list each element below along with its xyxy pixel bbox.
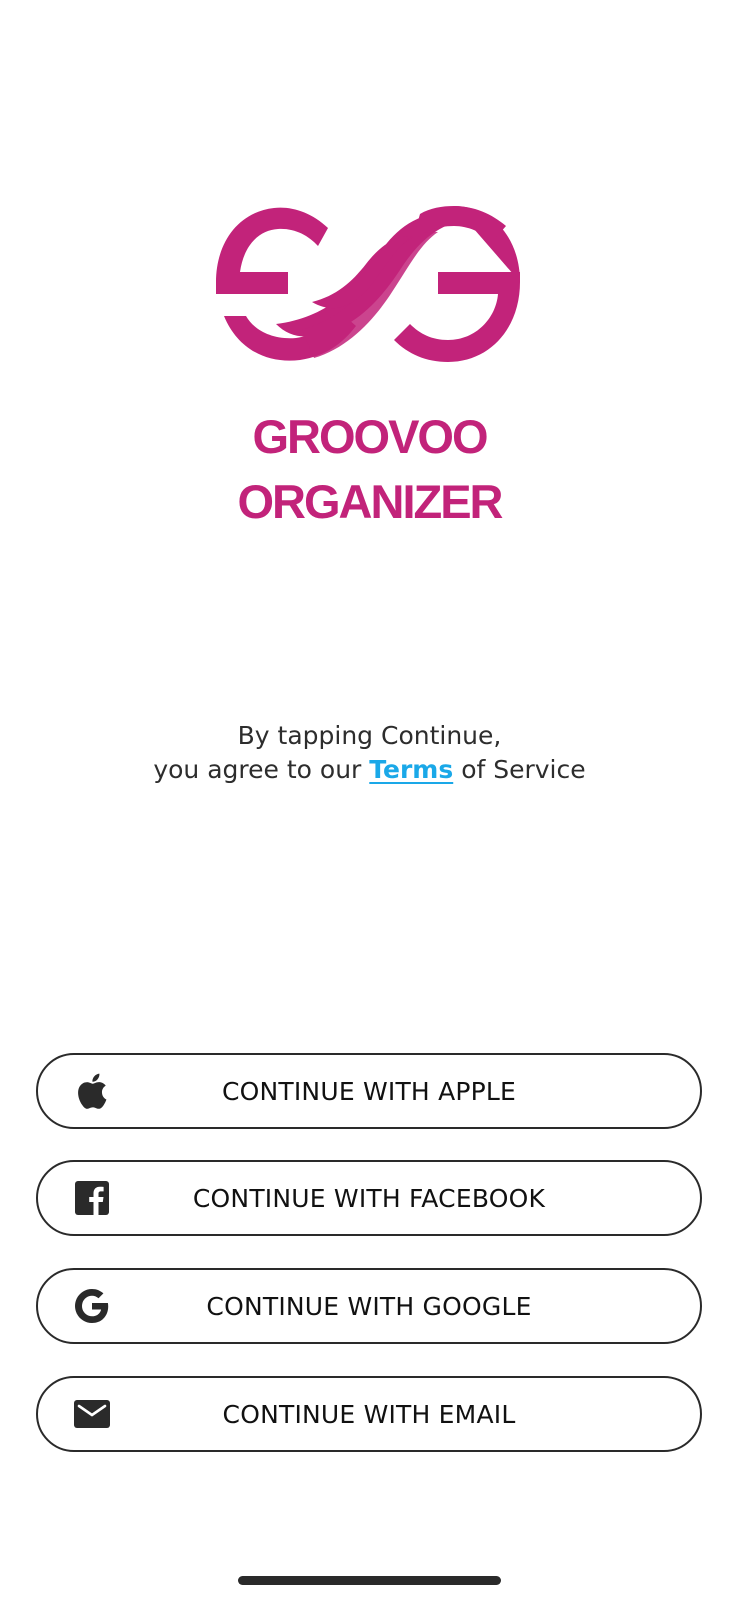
groovoo-logo-icon <box>216 206 520 362</box>
brand-title-line2: ORGANIZER <box>237 475 504 528</box>
home-indicator[interactable] <box>238 1576 501 1585</box>
continue-with-facebook-button[interactable]: CONTINUE WITH FACEBOOK <box>36 1160 702 1236</box>
continue-with-google-button[interactable]: CONTINUE WITH GOOGLE <box>36 1268 702 1344</box>
legal-text-prefix: you agree to our <box>153 755 362 784</box>
continue-with-google-label: CONTINUE WITH GOOGLE <box>206 1291 532 1321</box>
continue-with-apple-label: CONTINUE WITH APPLE <box>221 1076 517 1106</box>
terms-link[interactable]: Terms <box>369 755 453 784</box>
brand-title-line1: GROOVOO <box>252 410 488 463</box>
continue-with-email-label: CONTINUE WITH EMAIL <box>222 1399 516 1429</box>
legal-text-line1: By tapping Continue, <box>237 721 502 750</box>
legal-text-line2: you agree to our Terms of Service <box>0 752 739 787</box>
legal-text-suffix: of Service <box>461 755 586 784</box>
continue-with-email-button[interactable]: CONTINUE WITH EMAIL <box>36 1376 702 1452</box>
continue-with-apple-button[interactable]: CONTINUE WITH APPLE <box>36 1053 702 1129</box>
continue-with-facebook-label: CONTINUE WITH FACEBOOK <box>192 1183 546 1213</box>
